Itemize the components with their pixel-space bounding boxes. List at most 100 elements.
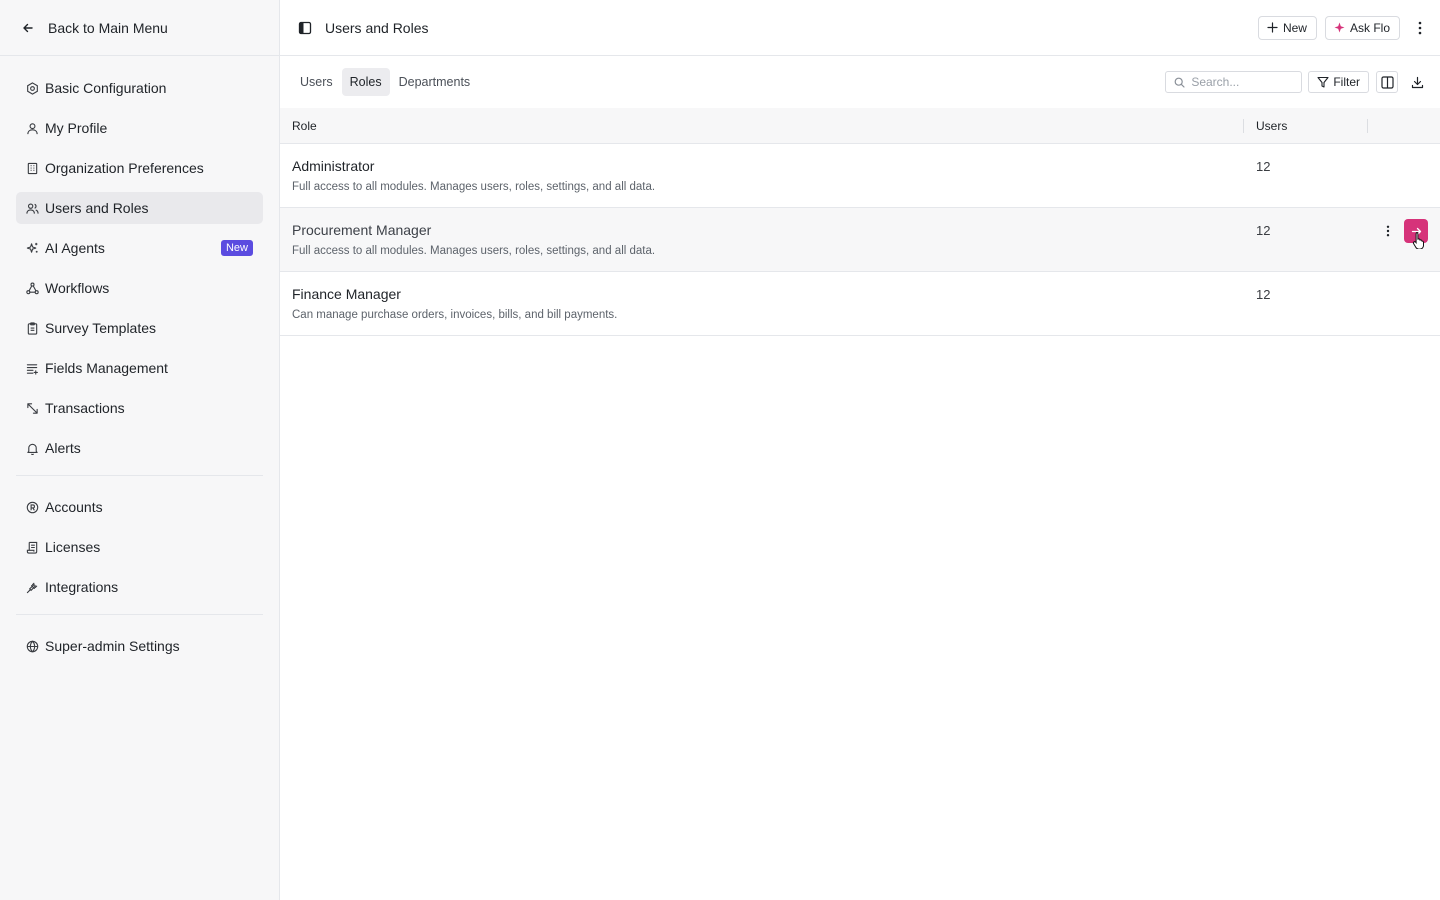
arrow-right-icon [1411,226,1422,237]
sidebar-item-label: Survey Templates [45,320,157,336]
row-actions [1382,219,1428,243]
column-header-label: Users [1256,118,1288,133]
sidebar-item-workflows[interactable]: Workflows [16,272,263,304]
page-title: Users and Roles [325,19,429,36]
download-icon [1411,76,1424,89]
sidebar-item-label: Transactions [45,400,125,416]
sidebar-item-label: Alerts [45,440,81,456]
sparkle-icon [1334,22,1345,33]
column-header-users[interactable]: Users [1244,108,1368,143]
filter-button[interactable]: Filter [1308,71,1369,93]
tab-users[interactable]: Users [292,68,341,96]
sidebar-item-integrations[interactable]: Integrations [16,571,263,603]
back-label: Back to Main Menu [48,19,168,36]
sidebar-item-licenses[interactable]: Licenses [16,531,263,563]
sidebar-item-ai-agents[interactable]: AI Agents New [16,232,263,264]
search-box[interactable] [1165,71,1303,93]
tab-departments[interactable]: Departments [391,68,479,96]
settings-nav: Basic Configuration My Profile Organizat… [0,56,279,662]
sidebar-item-fields-management[interactable]: Fields Management [16,352,263,384]
users-count: 12 [1256,159,1271,174]
column-header-label: Role [292,118,317,133]
user-icon [25,121,39,135]
roles-table: Role Users Administrator Full access to … [280,108,1440,336]
shield-icon [25,639,39,653]
download-button[interactable] [1406,71,1428,93]
new-button-label: New [1282,20,1307,35]
sidebar-item-label: Accounts [45,499,103,515]
plus-icon [1267,22,1278,33]
users-icon [25,201,39,215]
new-badge: New [220,240,253,256]
divider [16,614,263,615]
sidebar-item-accounts[interactable]: Accounts [16,491,263,523]
role-description: Full access to all modules. Manages user… [292,245,656,257]
settings-icon [25,81,39,95]
sidebar-item-users-and-roles[interactable]: Users and Roles [16,192,263,224]
role-description: Can manage purchase orders, invoices, bi… [292,309,618,321]
sidebar-item-label: AI Agents [45,240,105,256]
sidebar-item-super-admin-settings[interactable]: Super-admin Settings [16,630,263,662]
columns-toggle-button[interactable] [1376,71,1398,93]
list-plus-icon [25,361,39,375]
role-cell: Procurement Manager Full access to all m… [280,208,1244,271]
search-icon [1174,77,1185,88]
filter-icon [1317,76,1329,88]
page-header: Users and Roles New Ask Flo [280,0,1440,56]
sidebar-toggle-icon[interactable] [298,21,312,35]
building-icon [25,161,39,175]
columns-icon [1380,75,1394,89]
search-input[interactable] [1191,75,1292,89]
role-cell: Administrator Full access to all modules… [280,144,1244,207]
main-content: Users and Roles New Ask Flo Users Roles … [280,0,1440,900]
sidebar-item-label: Super-admin Settings [45,638,180,654]
open-role-button[interactable] [1404,219,1428,243]
sidebar-item-my-profile[interactable]: My Profile [16,112,263,144]
column-divider[interactable] [1367,119,1368,133]
sidebar: Back to Main Menu Basic Configuration My… [0,0,280,900]
scroll-icon [25,540,39,554]
sidebar-item-label: My Profile [45,120,108,136]
role-name: Finance Manager [292,286,401,302]
users-count: 12 [1256,223,1271,238]
row-more-options-icon[interactable] [1382,219,1394,243]
role-cell: Finance Manager Can manage purchase orde… [280,272,1244,335]
sidebar-item-label: Licenses [45,539,101,555]
sidebar-item-alerts[interactable]: Alerts [16,432,263,464]
sidebar-item-basic-configuration[interactable]: Basic Configuration [16,72,263,104]
sidebar-item-organization-preferences[interactable]: Organization Preferences [16,152,263,184]
filter-label: Filter [1333,75,1360,89]
workflow-icon [25,281,39,295]
back-to-main-menu-link[interactable]: Back to Main Menu [0,0,279,56]
clipboard-icon [25,321,39,335]
role-name: Procurement Manager [292,222,432,238]
role-description: Full access to all modules. Manages user… [292,181,656,193]
table-header: Role Users [280,108,1440,144]
table-row[interactable]: Administrator Full access to all modules… [280,144,1440,208]
more-options-icon[interactable] [1412,16,1428,40]
bell-icon [25,441,39,455]
sidebar-item-label: Fields Management [45,360,168,376]
table-toolbar: Users Roles Departments Filter [280,56,1440,108]
new-button[interactable]: New [1257,15,1317,40]
ask-flo-button[interactable]: Ask Flo [1324,15,1400,40]
table-row[interactable]: Procurement Manager Full access to all m… [280,208,1440,272]
role-name: Administrator [292,158,375,174]
registered-icon [25,500,39,514]
sidebar-item-label: Integrations [45,579,119,595]
arrow-left-icon [22,22,34,34]
tab-roles[interactable]: Roles [341,68,390,96]
sidebar-item-transactions[interactable]: Transactions [16,392,263,424]
plug-icon [25,580,39,594]
arrows-icon [25,401,39,415]
ask-flo-label: Ask Flo [1349,20,1390,35]
sidebar-item-label: Users and Roles [45,200,149,216]
sparkles-icon [25,241,39,255]
sidebar-item-survey-templates[interactable]: Survey Templates [16,312,263,344]
column-header-role[interactable]: Role [280,108,1244,143]
table-row[interactable]: Finance Manager Can manage purchase orde… [280,272,1440,336]
sidebar-item-label: Workflows [45,280,110,296]
sidebar-item-label: Organization Preferences [45,160,204,176]
divider [16,475,263,476]
users-count: 12 [1256,287,1271,302]
